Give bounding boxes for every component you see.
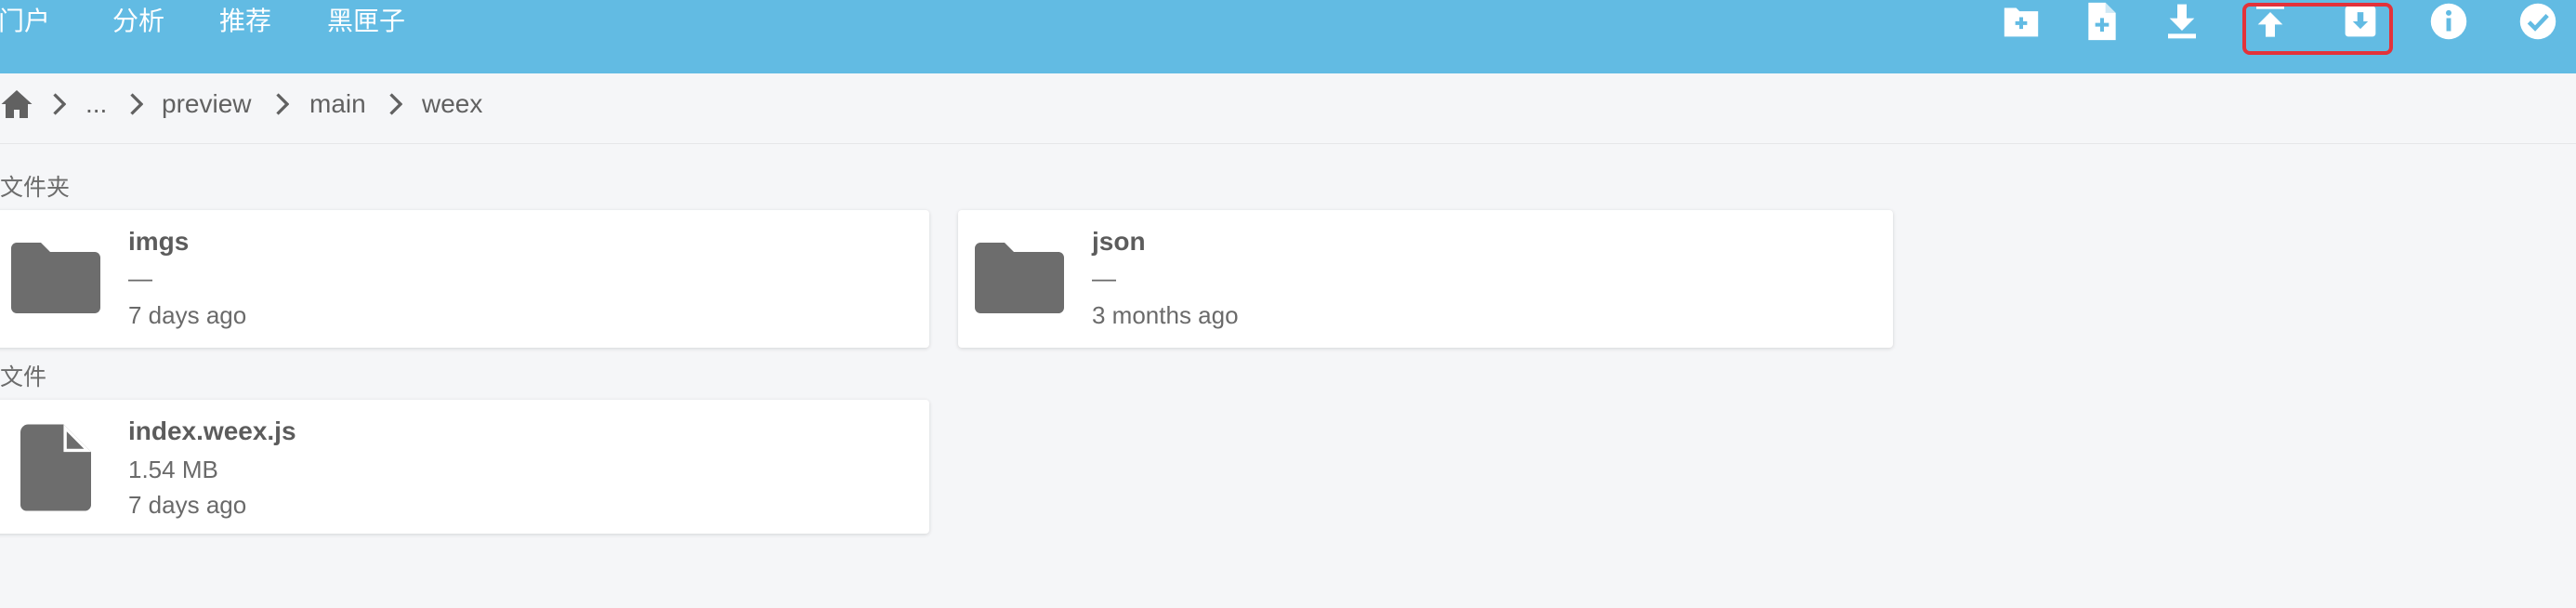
- files-section-title: 文件: [0, 363, 47, 390]
- folder-name: json: [1092, 227, 1146, 256]
- nav-item-recommend[interactable]: 推荐: [219, 1, 271, 38]
- folder-modified: 7 days ago: [128, 301, 247, 329]
- nav-item-portal[interactable]: 门户: [0, 1, 50, 38]
- chevron-right-icon: [274, 73, 289, 135]
- file-name: index.weex.js: [128, 416, 296, 445]
- nav-item-blackbox[interactable]: 黑匣子: [327, 1, 405, 38]
- info-icon: [2430, 3, 2467, 40]
- folder-size: —: [128, 264, 152, 292]
- chevron-right-icon: [128, 73, 143, 135]
- new-folder-icon: [2004, 7, 2039, 37]
- folder-icon: [11, 243, 100, 313]
- download-icon: [2168, 4, 2196, 39]
- breadcrumb-item-main[interactable]: main: [309, 73, 366, 135]
- folder-item-imgs[interactable]: imgs — 7 days ago: [0, 210, 929, 348]
- check-circle-icon: [2519, 3, 2556, 40]
- info-button[interactable]: [2427, 0, 2470, 43]
- folder-icon: [975, 243, 1064, 313]
- chevron-right-icon: [51, 73, 66, 135]
- highlight-annotation: [2242, 3, 2393, 55]
- new-folder-button[interactable]: [2000, 0, 2043, 43]
- file-modified: 7 days ago: [128, 491, 247, 519]
- breadcrumb: ... preview main weex: [0, 73, 2576, 144]
- file-item-index-weex-js[interactable]: index.weex.js 1.54 MB 7 days ago: [0, 400, 929, 534]
- new-file-button[interactable]: [2081, 0, 2123, 43]
- breadcrumb-item-preview[interactable]: preview: [162, 73, 251, 135]
- chevron-right-icon: [388, 73, 402, 135]
- nav-item-analysis[interactable]: 分析: [112, 1, 164, 38]
- folder-modified: 3 months ago: [1092, 301, 1239, 329]
- breadcrumb-home[interactable]: [0, 73, 33, 135]
- download-button[interactable]: [2161, 0, 2203, 43]
- breadcrumb-item-ellipsis[interactable]: ...: [85, 73, 107, 135]
- folder-size: —: [1092, 264, 1116, 292]
- top-bar: 门户 分析 推荐 黑匣子: [0, 0, 2576, 73]
- home-icon: [1, 90, 33, 118]
- folders-section-title: 文件夹: [0, 174, 71, 201]
- breadcrumb-item-weex[interactable]: weex: [422, 73, 482, 135]
- new-file-icon: [2088, 2, 2116, 41]
- file-size: 1.54 MB: [128, 456, 218, 483]
- select-button[interactable]: [2517, 0, 2559, 43]
- file-icon: [20, 424, 91, 511]
- folder-item-json[interactable]: json — 3 months ago: [958, 210, 1893, 348]
- folder-name: imgs: [128, 227, 190, 256]
